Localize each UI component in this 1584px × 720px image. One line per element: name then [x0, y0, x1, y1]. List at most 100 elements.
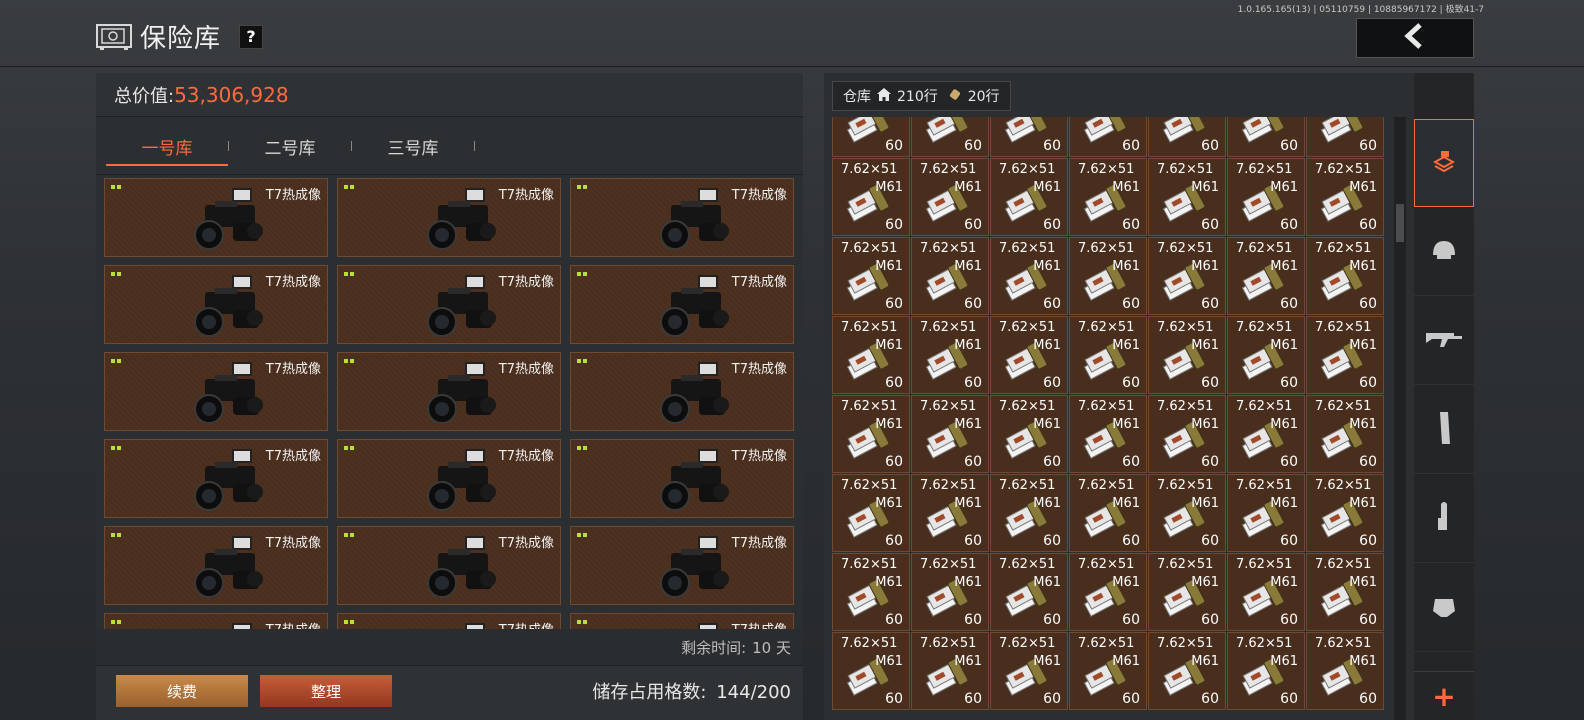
back-button[interactable] [1356, 18, 1474, 58]
vault-item-cell[interactable]: T7热成像 [337, 613, 561, 629]
ammo-cell[interactable]: 7.62×51M6160 [1227, 553, 1305, 631]
ammo-cell[interactable]: 7.62×51M6160 [911, 158, 989, 236]
ammo-cell[interactable]: 7.62×51M6160 [1306, 117, 1384, 157]
ammo-cell[interactable]: 7.62×51M6160 [1306, 395, 1384, 473]
total-value-label: 总价值: [114, 85, 175, 107]
ammo-cell[interactable]: 7.62×51M6160 [1227, 632, 1305, 710]
vault-item-cell[interactable]: T7热成像 [104, 265, 328, 344]
vault-item-cell[interactable]: T7热成像 [570, 439, 794, 518]
ammo-cell[interactable]: 7.62×51M6160 [832, 553, 910, 631]
ammo-cell[interactable]: 7.62×51M6160 [1069, 237, 1147, 315]
ammo-cell[interactable]: 7.62×51M6160 [1148, 474, 1226, 552]
ammo-cell[interactable]: 7.62×51M6160 [911, 117, 989, 157]
ammo-cell[interactable]: 7.62×51M6160 [990, 474, 1068, 552]
ammo-cell[interactable]: 7.62×51M6160 [990, 553, 1068, 631]
nav-ammo[interactable] [1414, 475, 1474, 563]
ammo-cell[interactable]: 7.62×51M6160 [990, 632, 1068, 710]
vault-item-cell[interactable]: T7热成像 [104, 178, 328, 257]
vault-item-cell[interactable]: T7热成像 [570, 178, 794, 257]
vault-item-cell[interactable]: T7热成像 [337, 439, 561, 518]
ammo-cell[interactable]: 7.62×51M6160 [1069, 158, 1147, 236]
nav-weapons[interactable] [1414, 297, 1474, 385]
ammo-cell[interactable]: 7.62×51M6160 [1306, 158, 1384, 236]
vault-item-cell[interactable]: T7热成像 [104, 526, 328, 605]
tab-vault-1[interactable]: 一号库 [106, 126, 228, 166]
ammo-cell[interactable]: 7.62×51M6160 [1069, 474, 1147, 552]
ammo-cell[interactable]: 7.62×51M6160 [1306, 474, 1384, 552]
ammo-cell[interactable]: 7.62×51M6160 [832, 237, 910, 315]
ammo-cell[interactable]: 7.62×51M6160 [1227, 395, 1305, 473]
vault-item-cell[interactable]: T7热成像 [570, 526, 794, 605]
warehouse-scrollbar[interactable] [1396, 204, 1404, 242]
ammo-cell[interactable]: 7.62×51M6160 [1069, 395, 1147, 473]
ammo-cell[interactable]: 7.62×51M6160 [1069, 632, 1147, 710]
vault-item-cell[interactable]: T7热成像 [337, 352, 561, 431]
sort-button[interactable]: 整理 [260, 675, 392, 707]
vault-item-cell[interactable]: T7热成像 [337, 526, 561, 605]
ammo-cell[interactable]: 7.62×51M6160 [990, 316, 1068, 394]
vault-item-cell[interactable]: T7热成像 [570, 613, 794, 629]
ammo-cell[interactable]: 7.62×51M6160 [911, 474, 989, 552]
ammo-model: M61 [1349, 417, 1377, 432]
ammo-cell[interactable]: 7.62×51M6160 [911, 237, 989, 315]
vault-item-cell[interactable]: T7热成像 [104, 613, 328, 629]
ammo-cell[interactable]: 7.62×51M6160 [1306, 553, 1384, 631]
ammo-cell[interactable]: 7.62×51M6160 [1227, 474, 1305, 552]
ammo-cell[interactable]: 7.62×51M6160 [832, 474, 910, 552]
ammo-cell[interactable]: 7.62×51M6160 [1227, 117, 1305, 157]
add-button[interactable]: + [1414, 671, 1474, 720]
ammo-cell[interactable]: 7.62×51M6160 [1148, 117, 1226, 157]
ammo-cell[interactable]: 7.62×51M6160 [1148, 553, 1226, 631]
safe-icon [96, 23, 132, 51]
vault-item-cell[interactable]: T7热成像 [104, 439, 328, 518]
ammo-cell[interactable]: 7.62×51M6160 [911, 395, 989, 473]
ammo-cell[interactable]: 7.62×51M6160 [1069, 316, 1147, 394]
nav-helmets[interactable] [1414, 208, 1474, 296]
ammo-cell[interactable]: 7.62×51M6160 [990, 117, 1068, 157]
nav-gear[interactable] [1414, 564, 1474, 652]
ammo-cell[interactable]: 7.62×51M6160 [1148, 316, 1226, 394]
ammo-cell[interactable]: 7.62×51M6160 [1069, 117, 1147, 157]
tab-vault-3[interactable]: 三号库 [352, 126, 474, 166]
ammo-cell[interactable]: 7.62×51M6160 [832, 395, 910, 473]
renew-button[interactable]: 续费 [116, 675, 248, 707]
ammo-cell[interactable]: 7.62×51M6160 [1148, 158, 1226, 236]
ammo-caliber: 7.62×51 [920, 320, 977, 335]
ammo-cell[interactable]: 7.62×51M6160 [1227, 158, 1305, 236]
ammo-cell[interactable]: 7.62×51M6160 [832, 158, 910, 236]
ammo-cell[interactable]: 7.62×51M6160 [990, 237, 1068, 315]
nav-all-items[interactable] [1414, 119, 1474, 207]
ammo-cell[interactable]: 7.62×51M6160 [990, 395, 1068, 473]
ammo-cell[interactable]: 7.62×51M6160 [1148, 395, 1226, 473]
vault-item-cell[interactable]: T7热成像 [104, 352, 328, 431]
ammo-count: 60 [964, 217, 982, 233]
ammo-model: M61 [875, 417, 903, 432]
nav-magazines[interactable] [1414, 386, 1474, 474]
tab-vault-2[interactable]: 二号库 [229, 126, 351, 166]
ammo-cell[interactable]: 7.62×51M6160 [832, 316, 910, 394]
vault-item-cell[interactable]: T7热成像 [570, 265, 794, 344]
help-button[interactable]: ? [239, 24, 264, 49]
ammo-cell[interactable]: 7.62×51M6160 [1306, 632, 1384, 710]
ammo-caliber: 7.62×51 [1315, 399, 1372, 414]
vault-item-cell[interactable]: T7热成像 [570, 352, 794, 431]
ammo-cell[interactable]: 7.62×51M6160 [990, 158, 1068, 236]
ammo-cell[interactable]: 7.62×51M6160 [1306, 237, 1384, 315]
ammo-count: 60 [1359, 138, 1377, 154]
ammo-cell[interactable]: 7.62×51M6160 [1227, 237, 1305, 315]
vault-item-cell[interactable]: T7热成像 [337, 265, 561, 344]
ammo-cell[interactable]: 7.62×51M6160 [1069, 553, 1147, 631]
ammo-cell[interactable]: 7.62×51M6160 [1148, 632, 1226, 710]
ammo-cell[interactable]: 7.62×51M6160 [1227, 316, 1305, 394]
ammo-cell[interactable]: 7.62×51M6160 [832, 117, 910, 157]
ammo-model: M61 [875, 654, 903, 669]
ammo-caliber: 7.62×51 [1236, 162, 1293, 177]
ammo-cell[interactable]: 7.62×51M6160 [1148, 237, 1226, 315]
ammo-cell[interactable]: 7.62×51M6160 [911, 553, 989, 631]
ammo-cell[interactable]: 7.62×51M6160 [911, 632, 989, 710]
ammo-cell[interactable]: 7.62×51M6160 [911, 316, 989, 394]
ammo-cell[interactable]: 7.62×51M6160 [832, 632, 910, 710]
ammo-cell[interactable]: 7.62×51M6160 [1306, 316, 1384, 394]
vault-item-cell[interactable]: T7热成像 [337, 178, 561, 257]
ammo-caliber: 7.62×51 [1236, 399, 1293, 414]
